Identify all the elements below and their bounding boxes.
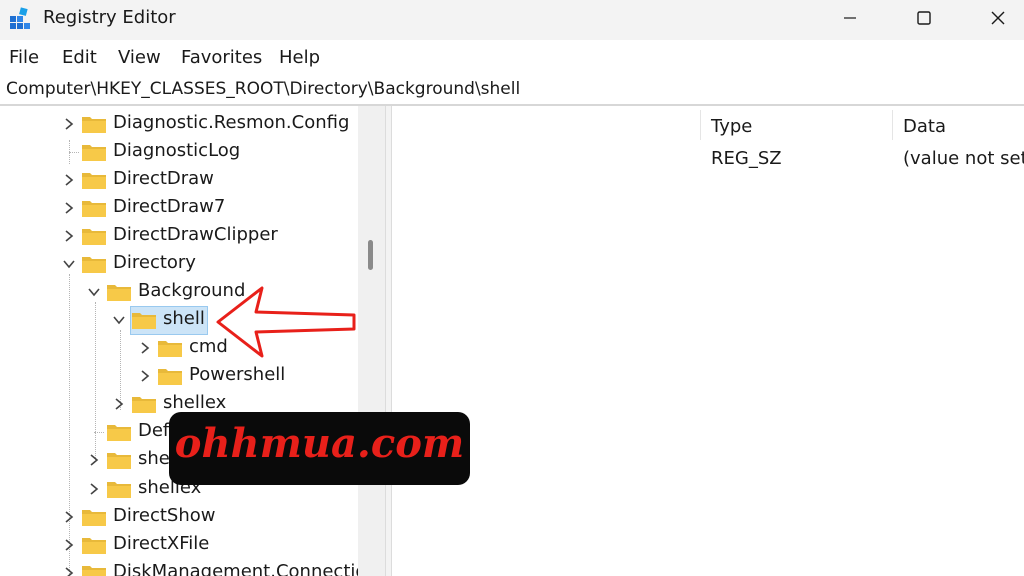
column-header-type[interactable]: Type <box>711 116 752 137</box>
minimize-button[interactable] <box>812 0 887 36</box>
tree-item-label[interactable]: DiskManagement.Connectior <box>113 561 374 576</box>
folder-icon <box>107 453 131 469</box>
window-title: Registry Editor <box>43 7 176 28</box>
tree-item-label[interactable]: DirectShow <box>113 505 215 526</box>
close-icon <box>991 11 1004 25</box>
pane-splitter[interactable] <box>385 106 392 576</box>
folder-icon <box>82 538 106 554</box>
tree-item-label[interactable]: Powershell <box>189 364 285 385</box>
registry-editor-icon <box>10 7 30 29</box>
tree-guide-line <box>95 302 96 462</box>
chevron-right-icon[interactable] <box>138 341 152 355</box>
menu-bar: File Edit View Favorites Help <box>0 40 1024 74</box>
value-type-cell[interactable]: REG_SZ <box>711 148 782 169</box>
tree-item-label[interactable]: DirectXFile <box>113 533 209 554</box>
folder-icon <box>132 313 156 329</box>
folder-icon <box>82 257 106 273</box>
chevron-right-icon[interactable] <box>62 510 76 524</box>
tree-item-label[interactable]: DirectDraw <box>113 168 214 189</box>
scrollbar-thumb[interactable] <box>368 240 373 270</box>
chevron-right-icon[interactable] <box>87 482 101 496</box>
chevron-right-icon[interactable] <box>62 538 76 552</box>
annotation-arrow-icon <box>216 286 356 358</box>
menu-help[interactable]: Help <box>279 47 320 68</box>
folder-icon <box>82 117 106 133</box>
address-path[interactable]: Computer\HKEY_CLASSES_ROOT\Directory\Bac… <box>6 79 520 99</box>
chevron-right-icon[interactable] <box>62 173 76 187</box>
chevron-right-icon[interactable] <box>62 117 76 131</box>
maximize-icon <box>916 11 931 25</box>
tree-item-label[interactable]: shell <box>163 308 205 329</box>
folder-icon <box>107 482 131 498</box>
folder-icon <box>158 341 182 357</box>
title-bar: Registry Editor <box>0 0 1024 40</box>
chevron-down-icon[interactable] <box>62 257 76 271</box>
folder-icon <box>82 173 106 189</box>
folder-icon <box>107 285 131 301</box>
folder-icon <box>158 369 182 385</box>
folder-icon <box>82 229 106 245</box>
values-pane[interactable] <box>392 106 1024 576</box>
menu-file[interactable]: File <box>9 47 39 68</box>
tree-item-label[interactable]: Directory <box>113 252 196 273</box>
tree-connector <box>69 152 79 153</box>
chevron-right-icon[interactable] <box>62 201 76 215</box>
column-separator[interactable] <box>892 110 893 140</box>
tree-item-label[interactable]: shellex <box>163 392 226 413</box>
chevron-right-icon[interactable] <box>62 229 76 243</box>
menu-edit[interactable]: Edit <box>62 47 97 68</box>
folder-icon <box>82 510 106 526</box>
folder-icon <box>132 397 156 413</box>
menu-view[interactable]: View <box>118 47 161 68</box>
folder-icon <box>107 425 131 441</box>
tree-connector <box>94 432 104 433</box>
tree-item-label[interactable]: DiagnosticLog <box>113 140 240 161</box>
tree-guide-line <box>69 274 70 576</box>
tree-scrollbar[interactable] <box>358 106 385 576</box>
chevron-right-icon[interactable] <box>62 566 76 576</box>
chevron-down-icon[interactable] <box>112 313 126 327</box>
watermark-badge: ohhmua.com <box>169 412 470 485</box>
chevron-down-icon[interactable] <box>87 285 101 299</box>
tree-item-label[interactable]: DirectDraw7 <box>113 196 225 217</box>
tree-item-label[interactable]: Def <box>138 420 169 441</box>
tree-item-label[interactable]: she <box>138 448 170 469</box>
watermark-text: ohhmua.com <box>174 420 465 467</box>
column-separator[interactable] <box>700 110 701 140</box>
tree-item-label[interactable]: Diagnostic.Resmon.Config <box>113 112 349 133</box>
folder-icon <box>82 201 106 217</box>
chevron-right-icon[interactable] <box>87 453 101 467</box>
column-header-data[interactable]: Data <box>903 116 946 137</box>
address-bar[interactable]: Computer\HKEY_CLASSES_ROOT\Directory\Bac… <box>0 74 1024 106</box>
close-button[interactable] <box>960 0 1024 36</box>
menu-favorites[interactable]: Favorites <box>181 47 262 68</box>
folder-icon <box>82 566 106 576</box>
tree-item-label[interactable]: DirectDrawClipper <box>113 224 278 245</box>
folder-icon <box>82 145 106 161</box>
chevron-right-icon[interactable] <box>112 397 126 411</box>
chevron-right-icon[interactable] <box>138 369 152 383</box>
value-data-cell[interactable]: (value not set) <box>903 148 1024 169</box>
minimize-icon <box>843 17 856 19</box>
maximize-button[interactable] <box>886 0 961 36</box>
